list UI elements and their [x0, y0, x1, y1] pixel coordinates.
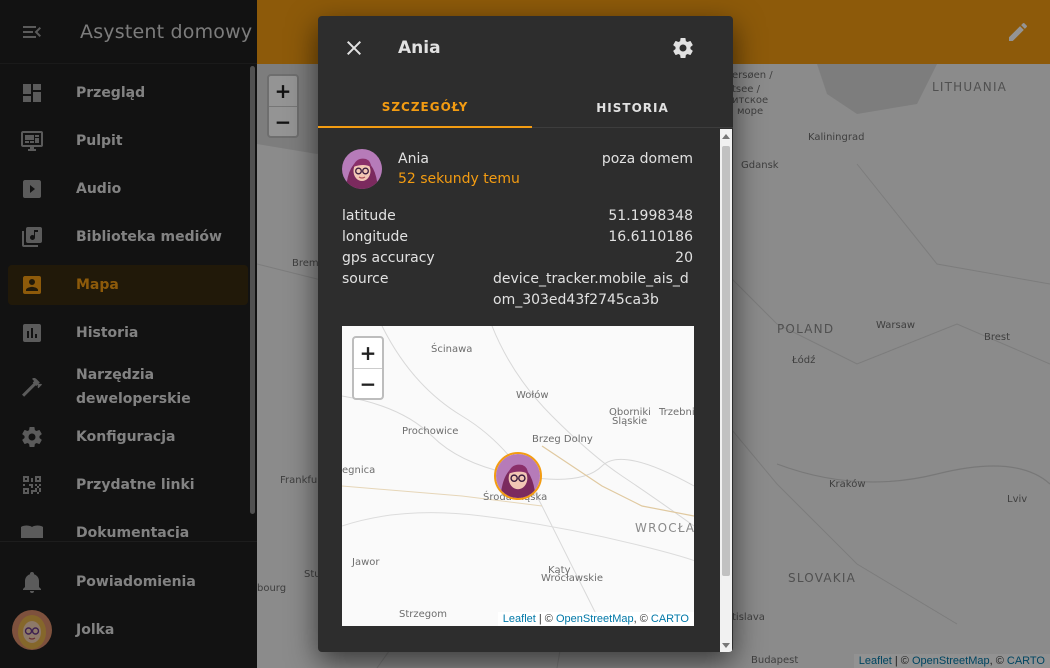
entity-last-changed: 52 sekundy temu	[398, 171, 520, 187]
attribute-row: gps accuracy 20	[342, 248, 693, 269]
attribute-value: 20	[675, 250, 693, 266]
settings-button[interactable]	[671, 36, 695, 60]
tab-history[interactable]: HISTORIA	[532, 88, 733, 128]
more-info-dialog: Ania SZCZEGÓŁY HISTORIA Ania 52 sekundy …	[318, 16, 733, 652]
zoom-out-button[interactable]: −	[354, 368, 382, 398]
map-label: Trzebni	[659, 407, 694, 418]
map-label: Jawor	[352, 557, 380, 568]
map-label: Wrocławskie	[541, 573, 604, 584]
scroll-down-arrow-icon[interactable]	[722, 643, 730, 648]
attribute-key: source	[342, 271, 389, 287]
entity-map[interactable]: Ścinawa Wołów Oborniki Śląskie Trzebni P…	[342, 326, 694, 626]
attribute-row: longitude 16.6110186	[342, 227, 693, 248]
zoom-in-button[interactable]: +	[354, 338, 382, 368]
attribute-row: source device_tracker.mobile_ais_dom_303…	[342, 269, 693, 311]
dialog-title: Ania	[398, 38, 441, 58]
attribute-value: 51.1998348	[608, 208, 693, 224]
tab-details[interactable]: SZCZEGÓŁY	[318, 88, 532, 128]
dialog-scrollbar-thumb[interactable]	[722, 146, 730, 576]
osm-link[interactable]: OpenStreetMap	[556, 613, 634, 625]
map-label: WROCŁA	[635, 521, 694, 535]
entity-name: Ania	[398, 151, 429, 167]
map-label: Śląskie	[612, 416, 648, 427]
attribute-row: latitude 51.1998348	[342, 206, 693, 227]
close-button[interactable]	[342, 36, 366, 60]
dialog-content: Ania 52 sekundy temu poza domem latitude…	[318, 129, 723, 652]
attribute-key: gps accuracy	[342, 250, 435, 266]
dialog-tabs: SZCZEGÓŁY HISTORIA	[318, 88, 733, 128]
map-label: Brzeg Dolny	[532, 434, 593, 445]
entity-map-marker[interactable]	[494, 452, 542, 500]
map-label: Wołów	[516, 390, 549, 401]
map-label: Strzegom	[399, 609, 447, 620]
attribute-value: device_tracker.mobile_ais_dom_303ed43f27…	[493, 271, 689, 308]
carto-link[interactable]: CARTO	[651, 613, 689, 625]
map-label: Prochowice	[402, 426, 459, 437]
close-icon	[347, 41, 361, 55]
leaflet-link[interactable]: Leaflet	[503, 613, 536, 625]
attribute-value: 16.6110186	[608, 229, 693, 245]
gear-icon	[673, 38, 693, 58]
scroll-up-arrow-icon[interactable]	[722, 134, 730, 139]
entity-state: poza domem	[601, 151, 693, 167]
entity-avatar	[342, 149, 382, 189]
map-attribution: Leaflet | © OpenStreetMap, © CARTO	[497, 612, 694, 626]
attribute-key: latitude	[342, 208, 396, 224]
map-zoom-control: + −	[352, 336, 384, 400]
map-label: egnica	[342, 465, 376, 476]
map-label: Ścinawa	[431, 344, 473, 355]
attribute-key: longitude	[342, 229, 408, 245]
